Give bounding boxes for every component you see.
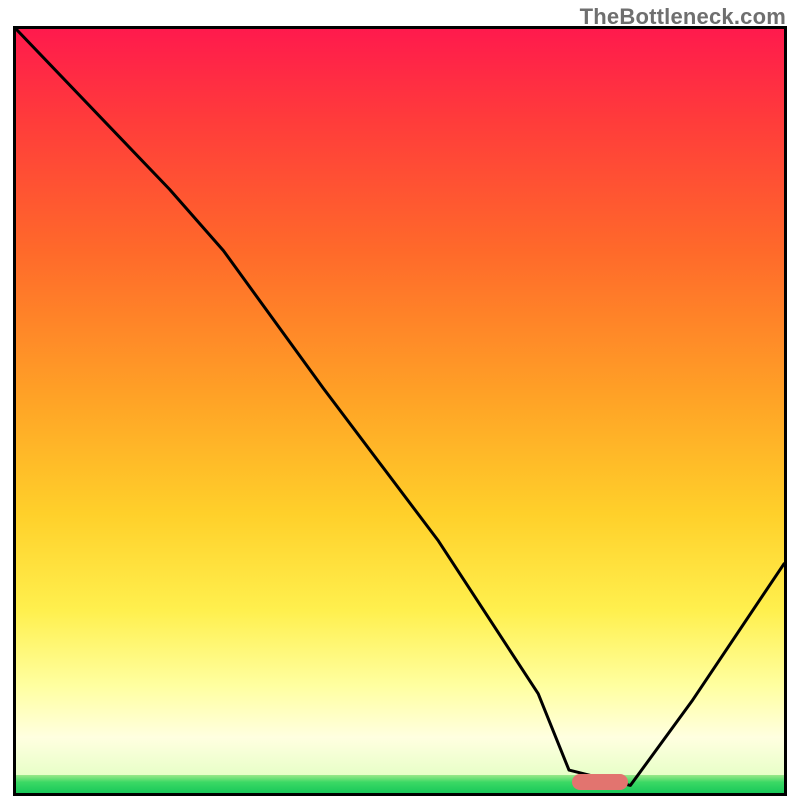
chart-background-gradient [16, 29, 784, 775]
chart-background-green-strip [16, 775, 784, 793]
chart-frame [13, 26, 787, 796]
optimal-marker [572, 774, 628, 790]
